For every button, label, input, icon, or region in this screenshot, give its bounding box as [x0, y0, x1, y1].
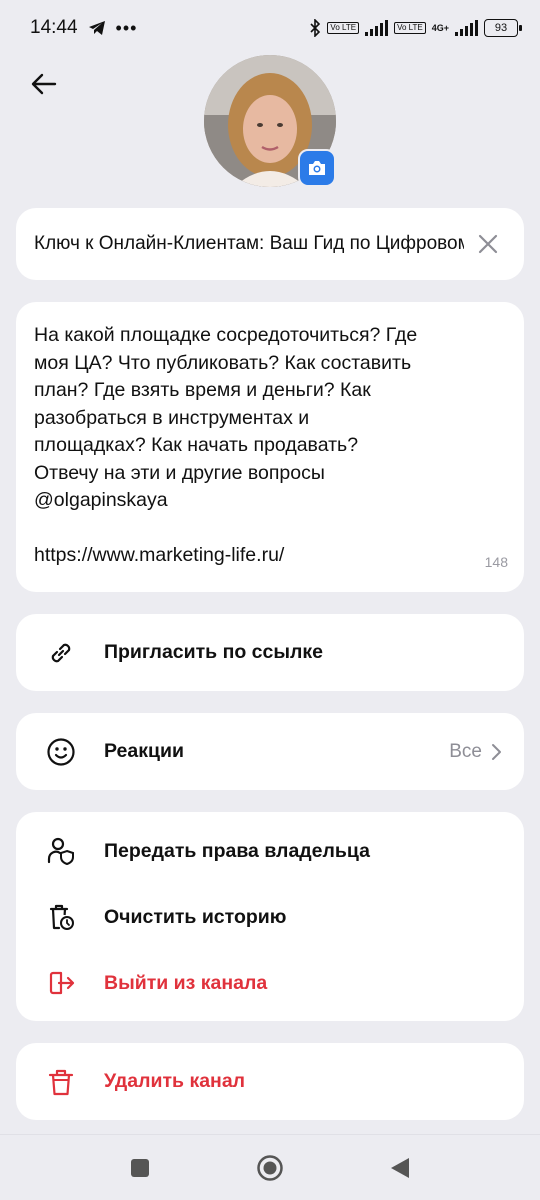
status-bar: 14:44 ••• Vo LTE Vo LTE 4G+ 93	[0, 0, 540, 56]
telegram-icon	[88, 21, 105, 35]
volte-tag-2: Vo LTE	[394, 22, 426, 34]
close-icon	[478, 234, 498, 254]
battery-icon: 93	[484, 19, 522, 37]
transfer-ownership-item[interactable]: Передать права владельца	[16, 818, 524, 884]
description-char-counter: 148	[484, 554, 508, 570]
transfer-ownership-label: Передать права владельца	[104, 839, 370, 862]
status-time: 14:44	[30, 17, 78, 38]
triangle-back-icon	[391, 1157, 409, 1178]
reactions-card: Реакции Все	[16, 713, 524, 790]
camera-icon	[309, 161, 325, 175]
delete-channel-item[interactable]: Удалить канал	[16, 1043, 524, 1120]
home-circle-icon	[257, 1154, 283, 1181]
channel-name-input[interactable]	[34, 233, 464, 255]
square-icon	[131, 1158, 149, 1177]
clear-history-item[interactable]: Очистить историю	[16, 884, 524, 950]
reactions-item[interactable]: Реакции Все	[16, 713, 524, 790]
smile-icon	[44, 735, 78, 769]
home-button[interactable]	[250, 1148, 290, 1188]
more-notifications-icon: •••	[115, 17, 138, 38]
clear-history-label: Очистить историю	[104, 905, 287, 928]
exit-icon	[44, 966, 78, 1000]
bluetooth-icon	[310, 19, 321, 37]
user-shield-icon	[44, 834, 78, 868]
channel-actions-card: Передать права владельца Очистить истори…	[16, 812, 524, 1021]
network-type: 4G+	[431, 23, 449, 33]
chevron-right-icon	[492, 743, 501, 760]
signal-icon-2	[455, 20, 478, 36]
leave-channel-item[interactable]: Выйти из канала	[16, 950, 524, 1016]
volte-tag: Vo LTE	[327, 22, 360, 34]
delete-channel-label: Удалить канал	[104, 1070, 246, 1092]
back-nav-button[interactable]	[380, 1148, 420, 1188]
link-icon	[44, 636, 78, 670]
arrow-left-icon	[31, 73, 57, 95]
channel-avatar-container	[204, 55, 336, 187]
reactions-value: Все	[449, 740, 482, 762]
channel-description-text[interactable]: На какой площадке сосредоточиться? Где м…	[34, 322, 506, 570]
delete-card: Удалить канал	[16, 1043, 524, 1120]
signal-icon	[365, 20, 389, 36]
channel-name-card	[16, 208, 524, 280]
clear-name-button[interactable]	[470, 226, 506, 262]
channel-description-card[interactable]: На какой площадке сосредоточиться? Где м…	[16, 302, 524, 592]
system-navigation-bar	[0, 1134, 540, 1200]
back-button[interactable]	[26, 66, 62, 102]
invite-card: Пригласить по ссылке	[16, 614, 524, 691]
leave-channel-label: Выйти из канала	[104, 971, 268, 994]
recents-button[interactable]	[120, 1148, 160, 1188]
change-photo-button[interactable]	[298, 149, 336, 187]
invite-by-link-label: Пригласить по ссылке	[104, 641, 324, 663]
trash-clock-icon	[44, 900, 78, 934]
invite-by-link-item[interactable]: Пригласить по ссылке	[16, 614, 524, 691]
reactions-label: Реакции	[104, 740, 184, 762]
trash-icon	[44, 1065, 78, 1099]
